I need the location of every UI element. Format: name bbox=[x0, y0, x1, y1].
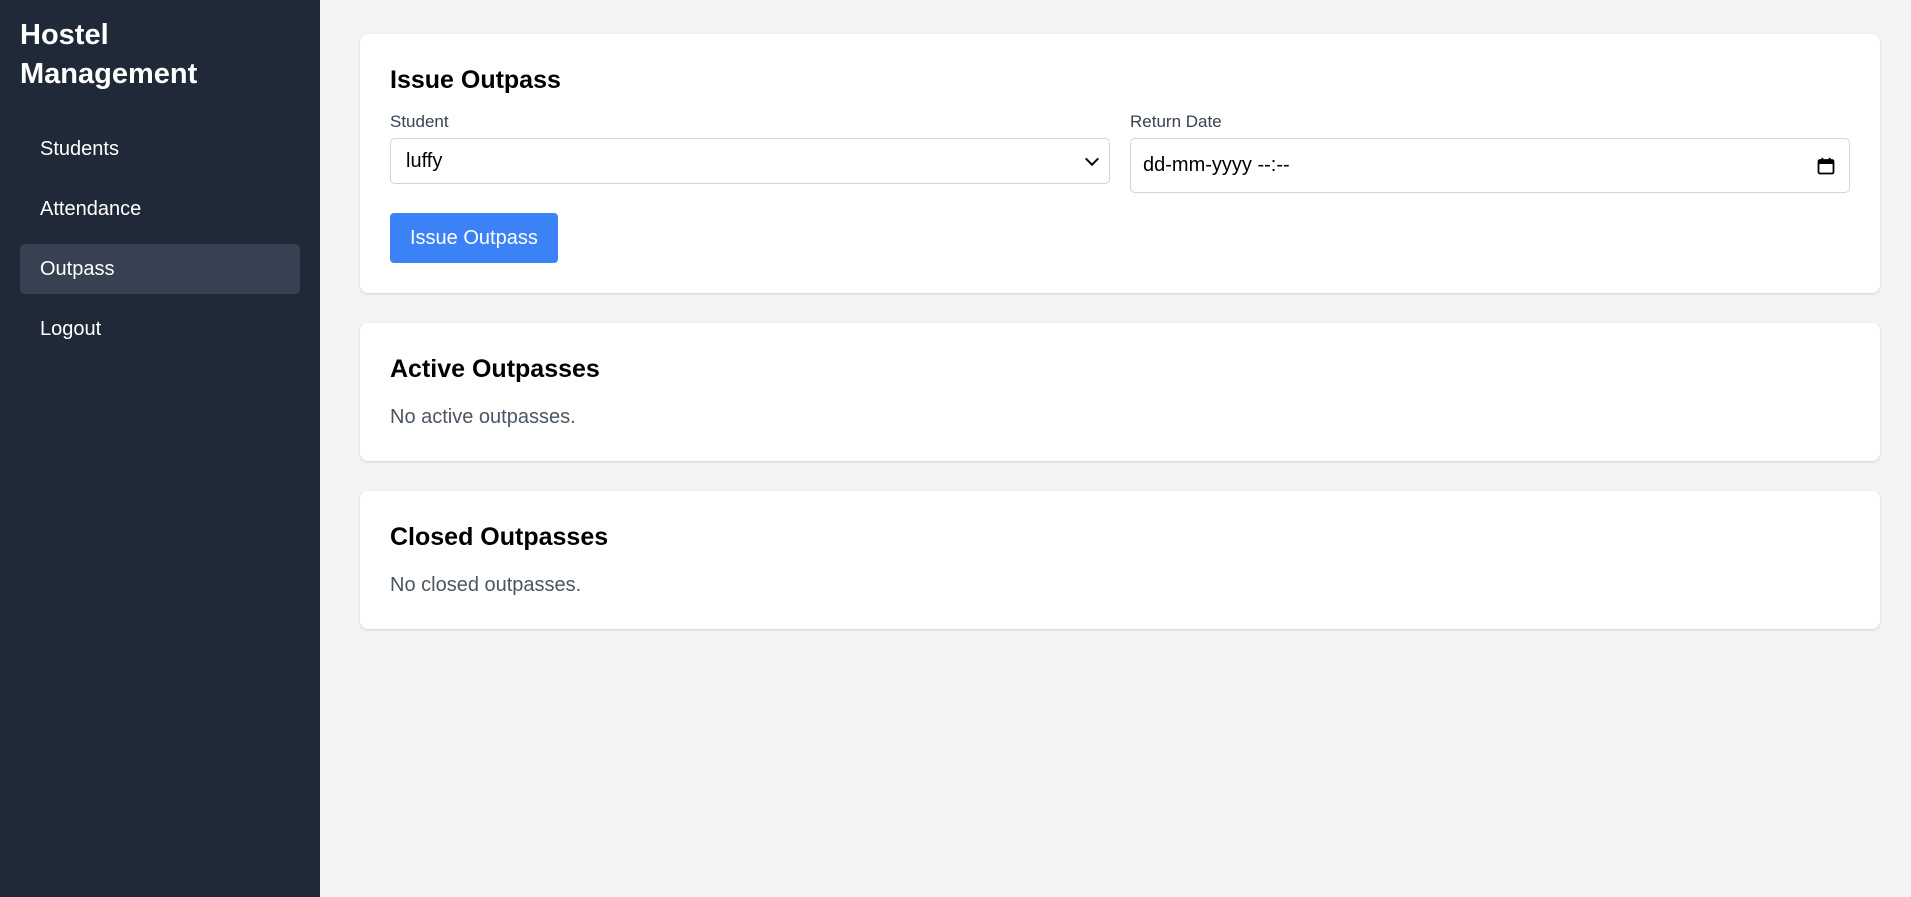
sidebar-item-students[interactable]: Students bbox=[20, 124, 300, 174]
app-title: Hostel Management bbox=[20, 19, 198, 90]
main-content: Issue Outpass Student luffy Return Date … bbox=[320, 0, 1911, 897]
active-outpasses-title: Active Outpasses bbox=[390, 355, 600, 383]
closed-outpasses-title: Closed Outpasses bbox=[390, 523, 609, 551]
student-select-value: luffy bbox=[406, 149, 443, 172]
active-outpasses-card: Active Outpasses No active outpasses. bbox=[360, 323, 1880, 461]
return-date-input[interactable]: dd-mm-yyyy --:-- bbox=[1130, 138, 1850, 193]
return-date-field-group: Return Date dd-mm-yyyy --:-- bbox=[1130, 112, 1850, 193]
student-field-group: Student luffy bbox=[390, 112, 1110, 193]
chevron-down-icon bbox=[1084, 151, 1100, 167]
sidebar-item-attendance[interactable]: Attendance bbox=[20, 184, 300, 234]
sidebar-nav: Students Attendance Outpass Logout bbox=[20, 124, 300, 354]
calendar-icon[interactable] bbox=[1817, 157, 1835, 175]
issue-outpass-form: Student luffy Return Date dd-mm-yyyy --:… bbox=[390, 112, 1850, 193]
app-root: Hostel Management Students Attendance Ou… bbox=[0, 0, 1911, 897]
issue-outpass-button[interactable]: Issue Outpass bbox=[390, 213, 558, 263]
student-label: Student bbox=[390, 112, 449, 131]
closed-outpasses-empty: No closed outpasses. bbox=[390, 574, 582, 596]
issue-outpass-title: Issue Outpass bbox=[390, 66, 561, 94]
sidebar-item-logout[interactable]: Logout bbox=[20, 304, 300, 354]
closed-outpasses-card: Closed Outpasses No closed outpasses. bbox=[360, 491, 1880, 629]
return-date-label: Return Date bbox=[1130, 112, 1222, 131]
student-select[interactable]: luffy bbox=[390, 138, 1110, 184]
active-outpasses-empty: No active outpasses. bbox=[390, 406, 576, 428]
return-date-placeholder: dd-mm-yyyy --:-- bbox=[1143, 154, 1290, 176]
sidebar-item-outpass[interactable]: Outpass bbox=[20, 244, 300, 294]
issue-outpass-card: Issue Outpass Student luffy Return Date … bbox=[360, 34, 1880, 293]
sidebar: Hostel Management Students Attendance Ou… bbox=[0, 0, 320, 897]
